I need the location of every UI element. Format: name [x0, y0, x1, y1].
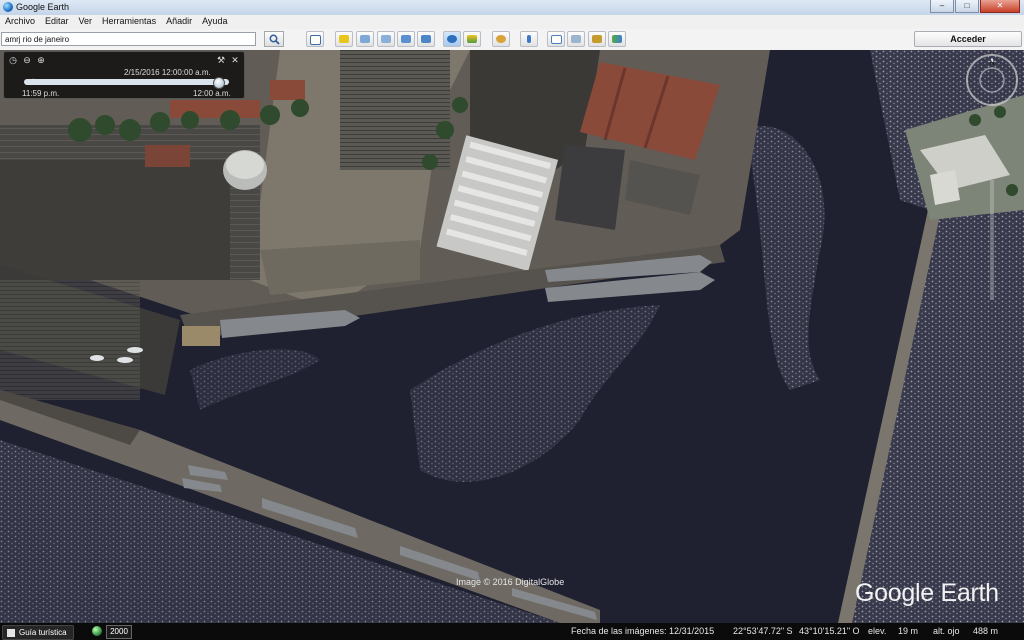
image-credit: Image © 2016 DigitalGlobe — [456, 577, 565, 587]
search-input[interactable] — [1, 32, 256, 46]
imagery-date: Fecha de las imágenes: 12/31/2015 — [571, 626, 715, 636]
image-overlay-icon — [401, 35, 411, 43]
tour-guide-button[interactable]: Guía turística — [2, 625, 74, 640]
ruler-icon — [527, 35, 531, 43]
zoom-out-time-icon[interactable]: ⊖ — [22, 55, 32, 65]
year-box[interactable]: 2000 — [106, 625, 132, 639]
print-icon — [571, 35, 581, 43]
menu-anadir[interactable]: Añadir — [161, 15, 197, 29]
close-icon[interactable]: ✕ — [230, 55, 240, 65]
add-path-button[interactable] — [377, 31, 395, 47]
satellite-imagery — [0, 50, 1024, 623]
search-button[interactable] — [264, 31, 284, 47]
search-icon — [269, 34, 280, 45]
view-in-maps-button[interactable] — [608, 31, 626, 47]
zoom-slider[interactable] — [988, 180, 996, 300]
placemark-icon — [339, 35, 349, 43]
google-earth-logo: Google Earth — [855, 579, 999, 607]
menu-archivo[interactable]: Archivo — [0, 15, 40, 29]
add-polygon-button[interactable] — [356, 31, 374, 47]
print-button[interactable] — [567, 31, 585, 47]
sidebar-toggle-button[interactable] — [306, 31, 324, 47]
time-slider-track[interactable] — [24, 79, 229, 85]
elevation-label: elev. — [868, 626, 887, 636]
eye-altitude-label: alt. ojo — [933, 626, 960, 636]
longitude: 43°10'15.21" O — [799, 626, 860, 636]
slider-start-label: 11:59 p.m. — [22, 89, 60, 98]
menu-ver[interactable]: Ver — [74, 15, 98, 29]
slider-date: 2/15/2016 12:00:00 a.m. — [124, 68, 211, 77]
email-icon — [551, 35, 562, 44]
menu-ayuda[interactable]: Ayuda — [197, 15, 232, 29]
path-icon — [381, 35, 391, 43]
planets-icon — [496, 35, 506, 43]
elevation-value: 19 m — [898, 626, 919, 636]
view-in-maps-icon — [612, 35, 622, 43]
tour-guide-icon — [7, 628, 15, 637]
save-image-icon — [592, 35, 602, 43]
time-slider-thumb[interactable] — [213, 77, 225, 89]
menu-bar: Archivo Editar Ver Herramientas Añadir A… — [0, 15, 1024, 29]
window-controls: – □ ✕ — [929, 0, 1020, 13]
historical-imagery-icon — [447, 35, 457, 43]
email-button[interactable] — [547, 31, 565, 47]
tour-guide-label: Guía turística — [19, 628, 67, 637]
historical-imagery-slider: ◷ ⊖ ⊕ ⚒ ✕ 2/15/2016 12:00:00 a.m. ◀ 11:5… — [3, 51, 245, 99]
globe-icon[interactable] — [92, 626, 102, 636]
record-tour-button[interactable] — [417, 31, 435, 47]
add-image-overlay-button[interactable] — [397, 31, 415, 47]
ruler-button[interactable] — [520, 31, 538, 47]
settings-wrench-icon[interactable]: ⚒ — [216, 55, 226, 65]
title-bar: Google Earth – □ ✕ — [0, 0, 1024, 16]
menu-herramientas[interactable]: Herramientas — [97, 15, 161, 29]
minimize-button[interactable]: – — [930, 0, 954, 13]
close-button[interactable]: ✕ — [980, 0, 1020, 13]
add-placemark-button[interactable] — [335, 31, 353, 47]
signin-button[interactable]: Acceder — [914, 31, 1022, 47]
map-view[interactable]: Image © 2016 DigitalGlobe Google Earth — [0, 50, 1024, 623]
save-image-button[interactable] — [588, 31, 606, 47]
window-title: Google Earth — [16, 2, 70, 12]
slider-end-label: 12:00 a.m. — [193, 89, 231, 98]
status-bar: Guía turística 2000 Fecha de las imágene… — [0, 623, 1024, 640]
historical-imagery-button[interactable] — [443, 31, 461, 47]
sidebar-toggle-icon — [310, 35, 321, 45]
latitude: 22°53'47.72" S — [733, 626, 793, 636]
menu-editar[interactable]: Editar — [40, 15, 74, 29]
sunlight-button[interactable] — [463, 31, 481, 47]
planets-button[interactable] — [492, 31, 510, 47]
north-indicator: N — [989, 60, 994, 67]
google-earth-app-icon — [3, 2, 13, 12]
sunlight-icon — [467, 35, 477, 43]
maximize-button[interactable]: □ — [955, 0, 979, 13]
clock-icon[interactable]: ◷ — [8, 55, 18, 65]
polygon-icon — [360, 35, 370, 43]
zoom-in-time-icon[interactable]: ⊕ — [36, 55, 46, 65]
toolbar: Acceder — [0, 29, 1024, 51]
eye-altitude-value: 488 m — [973, 626, 999, 636]
compass-navigation[interactable]: N — [964, 52, 1020, 108]
record-tour-icon — [421, 35, 431, 43]
